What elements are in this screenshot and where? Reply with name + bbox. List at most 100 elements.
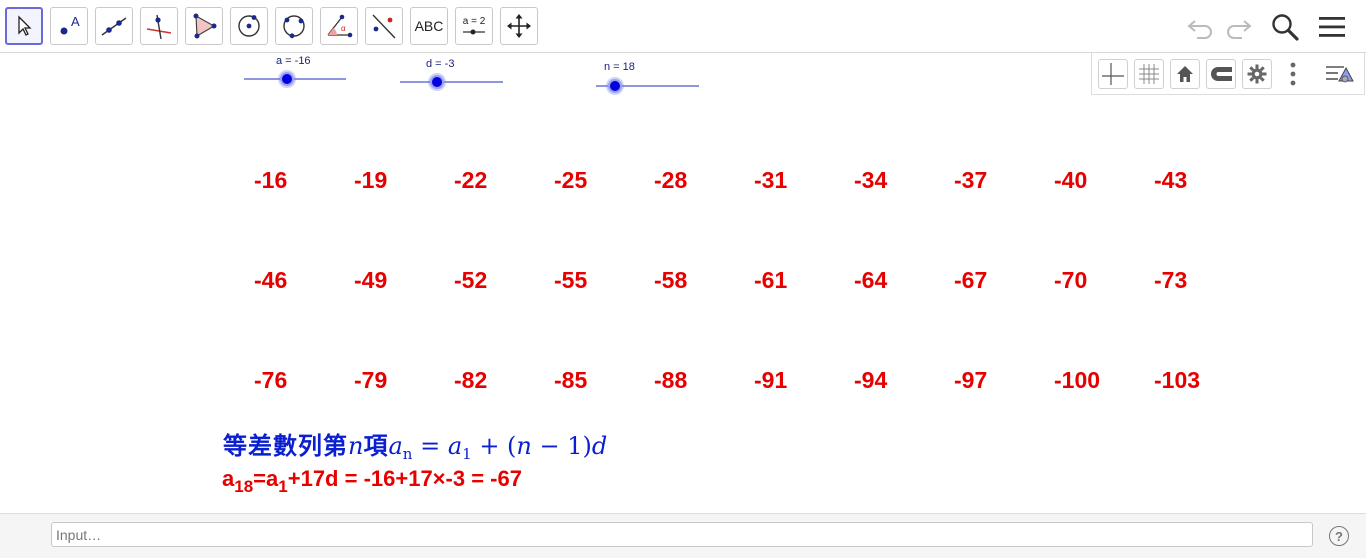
angle-tool[interactable]: α bbox=[320, 7, 358, 45]
toggle-axes-button[interactable] bbox=[1098, 59, 1128, 89]
formula-plus: + ( bbox=[471, 432, 517, 460]
sequence-term: -64 bbox=[854, 267, 888, 293]
slider-n-label: n = 18 bbox=[604, 61, 635, 73]
sequence-term: -58 bbox=[654, 267, 688, 293]
standard-view-button[interactable] bbox=[1170, 59, 1200, 89]
circle-three-points-icon bbox=[283, 15, 305, 39]
line-icon bbox=[101, 17, 127, 36]
sequence-term: -88 bbox=[654, 367, 688, 393]
sequence-term: -61 bbox=[754, 267, 788, 293]
sequence-term: -85 bbox=[554, 367, 588, 393]
calc-a: a bbox=[222, 466, 235, 491]
redo-button[interactable] bbox=[1221, 10, 1255, 44]
svg-text:α: α bbox=[341, 24, 346, 33]
slider-a[interactable]: a = -16 bbox=[244, 55, 348, 86]
sequence-term: -49 bbox=[354, 267, 388, 293]
sequence-term: -16 bbox=[254, 167, 288, 193]
sequence-term: -34 bbox=[854, 167, 888, 193]
reflect-icon bbox=[372, 14, 396, 39]
move-graphics-tool[interactable] bbox=[500, 7, 538, 45]
formula-sub-n: n bbox=[402, 445, 413, 463]
move-tool[interactable] bbox=[5, 7, 43, 45]
slider-n[interactable]: n = 18 bbox=[596, 61, 700, 93]
input-bar: ? bbox=[0, 513, 1366, 558]
sequence-term: -100 bbox=[1054, 367, 1101, 393]
sequence-term: -97 bbox=[954, 367, 988, 393]
circle-center-icon bbox=[238, 15, 260, 37]
redo-icon bbox=[1227, 20, 1252, 39]
move-arrows-icon bbox=[507, 14, 531, 38]
formula-text-2: 項 bbox=[363, 431, 389, 460]
search-icon bbox=[1272, 14, 1299, 41]
sequence-term: -19 bbox=[354, 167, 388, 193]
more-options-button[interactable] bbox=[1278, 59, 1308, 89]
slider-d-track[interactable] bbox=[400, 81, 503, 83]
help-button[interactable]: ? bbox=[1329, 526, 1349, 546]
undo-button[interactable] bbox=[1184, 10, 1218, 44]
slider-a-knob[interactable] bbox=[280, 72, 294, 86]
calc-eq-a: =a bbox=[253, 466, 279, 491]
slider-d-label: d = -3 bbox=[426, 58, 455, 70]
sequence-term: -73 bbox=[1154, 267, 1188, 293]
text-tool[interactable]: ABC bbox=[410, 7, 448, 45]
calc-sub-18: 18 bbox=[234, 477, 254, 496]
polygon-tool[interactable] bbox=[185, 7, 223, 45]
line-tool[interactable] bbox=[95, 7, 133, 45]
formula-text: 等差數列第 bbox=[223, 431, 348, 460]
svg-text:A: A bbox=[71, 14, 80, 29]
formula-var-d: d bbox=[591, 432, 608, 460]
grid-icon bbox=[1139, 64, 1159, 84]
reflect-tool[interactable] bbox=[365, 7, 403, 45]
sequence-term: -31 bbox=[754, 167, 788, 193]
polygon-icon bbox=[193, 13, 217, 39]
sequence-term: -22 bbox=[454, 167, 488, 193]
sequence-term: -76 bbox=[254, 367, 288, 393]
formula-sub-1: 1 bbox=[462, 445, 472, 463]
slider-a-track[interactable] bbox=[244, 78, 346, 80]
graphics-settings-button[interactable] bbox=[1242, 59, 1272, 89]
perpendicular-line-tool[interactable] bbox=[140, 7, 178, 45]
sequence-term: -79 bbox=[354, 367, 388, 393]
slider-icon: a = 2 bbox=[463, 16, 486, 35]
sequence-term: -103 bbox=[1154, 367, 1201, 393]
point-tool[interactable]: A bbox=[50, 7, 88, 45]
calc-sub-1: 1 bbox=[278, 477, 288, 496]
slider-d-knob[interactable] bbox=[430, 75, 444, 89]
sequence-term: -43 bbox=[1154, 167, 1188, 193]
formula-minus: − 1) bbox=[531, 432, 592, 460]
sequence-term: -40 bbox=[1054, 167, 1088, 193]
style-bar-toggle-icon bbox=[1326, 66, 1354, 83]
perpendicular-icon bbox=[146, 14, 172, 40]
slider-a-label: a = -16 bbox=[276, 55, 311, 67]
slider-tool[interactable]: a = 2 bbox=[455, 7, 493, 45]
algebra-input[interactable] bbox=[51, 522, 1313, 547]
formula-equals: = bbox=[412, 432, 448, 460]
general-term-formula: 等差數列第n項an = a1 + (n − 1)d bbox=[223, 426, 607, 463]
formula-var-n2: n bbox=[516, 432, 532, 460]
sequence-term: -70 bbox=[1054, 267, 1088, 293]
circle-three-points-tool[interactable] bbox=[275, 7, 313, 45]
undo-icon bbox=[1187, 20, 1212, 39]
formula-var-n: n bbox=[348, 432, 364, 460]
sequence-term: -82 bbox=[454, 367, 488, 393]
style-bar-toggle-button[interactable] bbox=[1324, 59, 1354, 89]
sequence-term: -94 bbox=[854, 367, 888, 393]
main-menu-button[interactable] bbox=[1315, 10, 1349, 44]
formula-var-a: a bbox=[388, 432, 403, 460]
slider-n-knob[interactable] bbox=[608, 79, 622, 93]
menu-icon bbox=[1319, 17, 1345, 37]
sequence-term: -25 bbox=[554, 167, 588, 193]
sequence-term: -91 bbox=[754, 367, 788, 393]
term-calculation: a18=a1+17d = -16+17×-3 = -67 bbox=[222, 466, 522, 497]
toolbar: A α ABC a = 2 bbox=[0, 0, 1366, 53]
point-capturing-button[interactable] bbox=[1206, 59, 1236, 89]
slider-d[interactable]: d = -3 bbox=[400, 58, 504, 89]
sequence-term: -37 bbox=[954, 167, 988, 193]
toggle-grid-button[interactable] bbox=[1134, 59, 1164, 89]
sequence-term: -55 bbox=[554, 267, 588, 293]
sequence-term: -28 bbox=[654, 167, 688, 193]
more-vert-icon bbox=[1290, 62, 1296, 86]
circle-tool[interactable] bbox=[230, 7, 268, 45]
calc-rest: +17d = -16+17×-3 = -67 bbox=[287, 466, 522, 491]
search-button[interactable] bbox=[1268, 10, 1302, 44]
